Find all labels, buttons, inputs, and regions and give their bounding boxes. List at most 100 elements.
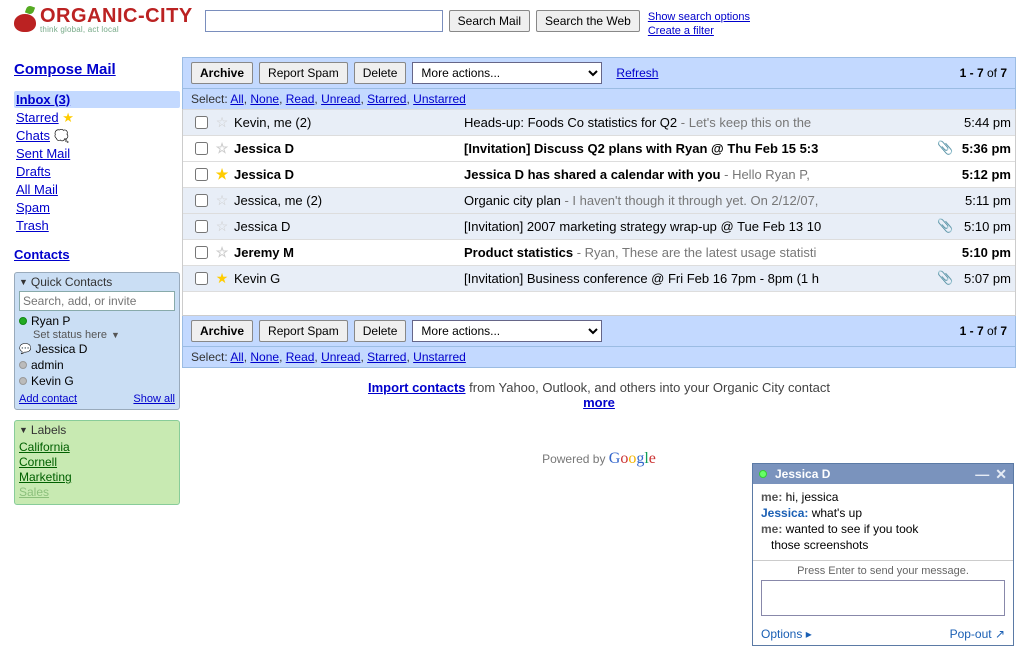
chat-header[interactable]: Jessica D — ✕ — [753, 464, 1013, 484]
qc-contact[interactable]: 💬Jessica D — [19, 341, 175, 357]
select-none[interactable]: None — [250, 350, 279, 364]
chat-line: Jessica: what's up — [761, 506, 1005, 520]
mail-row[interactable]: ☆Jessica D[Invitation] Discuss Q2 plans … — [183, 135, 1015, 161]
delete-button[interactable]: Delete — [354, 62, 407, 84]
nav-allmail[interactable]: All Mail — [16, 182, 58, 197]
more-actions-select[interactable]: More actions... — [412, 320, 602, 342]
chat-peer-name: Jessica D — [775, 467, 969, 481]
pager: 1 - 7 of 7 — [960, 66, 1007, 80]
chat-close-button[interactable]: ✕ — [995, 467, 1007, 481]
chat-options-link[interactable]: Options ▸ — [761, 627, 812, 641]
select-read[interactable]: Read — [286, 350, 315, 364]
nav-spam[interactable]: Spam — [16, 200, 50, 215]
select-read[interactable]: Read — [286, 92, 315, 106]
presence-online-icon — [759, 470, 767, 478]
mail-subject: Organic city plan - I haven't though it … — [464, 193, 937, 208]
qc-contact[interactable]: admin — [19, 357, 175, 373]
mail-row[interactable]: ☆Jeremy MProduct statistics - Ryan, Thes… — [183, 239, 1015, 265]
show-all-contacts-link[interactable]: Show all — [133, 393, 175, 405]
refresh-link[interactable]: Refresh — [616, 66, 658, 80]
nav-starred[interactable]: Starred — [16, 110, 59, 125]
select-unread[interactable]: Unread — [321, 350, 360, 364]
mail-time: 5:11 pm — [951, 193, 1011, 208]
search-input[interactable] — [205, 10, 443, 32]
arrow-right-icon: ▸ — [806, 627, 812, 641]
add-contact-link[interactable]: Add contact — [19, 393, 77, 405]
mail-checkbox[interactable] — [195, 168, 208, 181]
select-all[interactable]: All — [230, 350, 243, 364]
mail-checkbox[interactable] — [195, 194, 208, 207]
brand-tagline: think global, act local — [40, 26, 193, 34]
contact-search-input[interactable] — [19, 291, 175, 311]
nav-drafts[interactable]: Drafts — [16, 164, 51, 179]
chat-popout-link[interactable]: Pop-out ↗ — [950, 627, 1005, 641]
star-toggle-icon[interactable]: ☆ — [214, 114, 230, 131]
chat-hint: Press Enter to send your message. — [761, 565, 1005, 577]
mail-time: 5:10 pm — [951, 245, 1011, 260]
mail-checkbox[interactable] — [195, 272, 208, 285]
chat-minimize-button[interactable]: — — [975, 467, 989, 481]
select-starred[interactable]: Starred — [367, 92, 406, 106]
import-contacts-link[interactable]: Import contacts — [368, 380, 466, 395]
mail-subject: [Invitation] Discuss Q2 plans with Ryan … — [464, 141, 937, 156]
report-spam-button[interactable]: Report Spam — [259, 62, 348, 84]
star-toggle-icon[interactable]: ☆ — [214, 218, 230, 235]
quick-contacts-panel: ▼Quick Contacts Ryan P Set status here▼ … — [14, 272, 180, 410]
create-filter-link[interactable]: Create a filter — [648, 25, 714, 37]
label-item[interactable]: Marketing — [19, 470, 175, 484]
mail-row[interactable]: ☆Jessica D[Invitation] 2007 marketing st… — [183, 213, 1015, 239]
learn-more-link[interactable]: more — [583, 395, 615, 410]
mail-checkbox[interactable] — [195, 116, 208, 129]
mail-row[interactable]: ☆Jessica, me (2)Organic city plan - I ha… — [183, 187, 1015, 213]
brand-name: ORGANIC-CITY — [40, 6, 193, 26]
show-search-options-link[interactable]: Show search options — [648, 11, 750, 23]
mail-checkbox[interactable] — [195, 220, 208, 233]
google-logo: Google — [609, 450, 656, 467]
select-none[interactable]: None — [250, 92, 279, 106]
star-toggle-icon[interactable]: ☆ — [214, 244, 230, 261]
nav-trash[interactable]: Trash — [16, 218, 49, 233]
nav-sent[interactable]: Sent Mail — [16, 146, 70, 161]
more-actions-select[interactable]: More actions... — [412, 62, 602, 84]
import-prompt: Import contacts from Yahoo, Outlook, and… — [182, 380, 1016, 410]
qc-contact[interactable]: Kevin G — [19, 373, 175, 389]
star-toggle-icon[interactable]: ★ — [214, 166, 230, 183]
star-toggle-icon[interactable]: ☆ — [214, 140, 230, 157]
mail-checkbox[interactable] — [195, 142, 208, 155]
label-item[interactable]: Cornell — [19, 455, 175, 469]
select-starred[interactable]: Starred — [367, 350, 406, 364]
mail-time: 5:07 pm — [951, 271, 1011, 286]
attachment-icon: 📎 — [937, 140, 951, 156]
archive-button[interactable]: Archive — [191, 320, 253, 342]
caret-down-icon[interactable]: ▼ — [19, 425, 28, 435]
mail-time: 5:10 pm — [951, 219, 1011, 234]
mail-row[interactable]: ★Jessica DJessica D has shared a calenda… — [183, 161, 1015, 187]
nav-contacts[interactable]: Contacts — [14, 247, 70, 262]
chat-input[interactable] — [761, 580, 1005, 616]
chat-line: me: wanted to see if you took — [761, 522, 1005, 536]
mail-row[interactable]: ★Kevin G[Invitation] Business conference… — [183, 265, 1015, 291]
report-spam-button[interactable]: Report Spam — [259, 320, 348, 342]
caret-down-icon[interactable]: ▼ — [19, 277, 28, 287]
delete-button[interactable]: Delete — [354, 320, 407, 342]
toolbar-top: Archive Report Spam Delete More actions.… — [182, 57, 1016, 89]
label-item[interactable]: California — [19, 440, 175, 454]
select-unstarred[interactable]: Unstarred — [413, 92, 466, 106]
archive-button[interactable]: Archive — [191, 62, 253, 84]
search-mail-button[interactable]: Search Mail — [449, 10, 530, 32]
search-web-button[interactable]: Search the Web — [536, 10, 640, 32]
select-unread[interactable]: Unread — [321, 92, 360, 106]
star-icon: ★ — [62, 112, 74, 124]
set-status-dropdown[interactable]: Set status here▼ — [19, 329, 175, 341]
mail-subject: Heads-up: Foods Co statistics for Q2 - L… — [464, 115, 937, 130]
compose-mail-link[interactable]: Compose Mail — [14, 61, 116, 78]
mail-checkbox[interactable] — [195, 246, 208, 259]
select-all[interactable]: All — [230, 92, 243, 106]
mail-row[interactable]: ☆Kevin, me (2)Heads-up: Foods Co statist… — [183, 109, 1015, 135]
label-item[interactable]: Sales — [19, 485, 175, 499]
star-toggle-icon[interactable]: ★ — [214, 270, 230, 287]
nav-inbox[interactable]: Inbox (3) — [16, 92, 70, 107]
nav-chats[interactable]: Chats — [16, 128, 50, 143]
star-toggle-icon[interactable]: ☆ — [214, 192, 230, 209]
select-unstarred[interactable]: Unstarred — [413, 350, 466, 364]
